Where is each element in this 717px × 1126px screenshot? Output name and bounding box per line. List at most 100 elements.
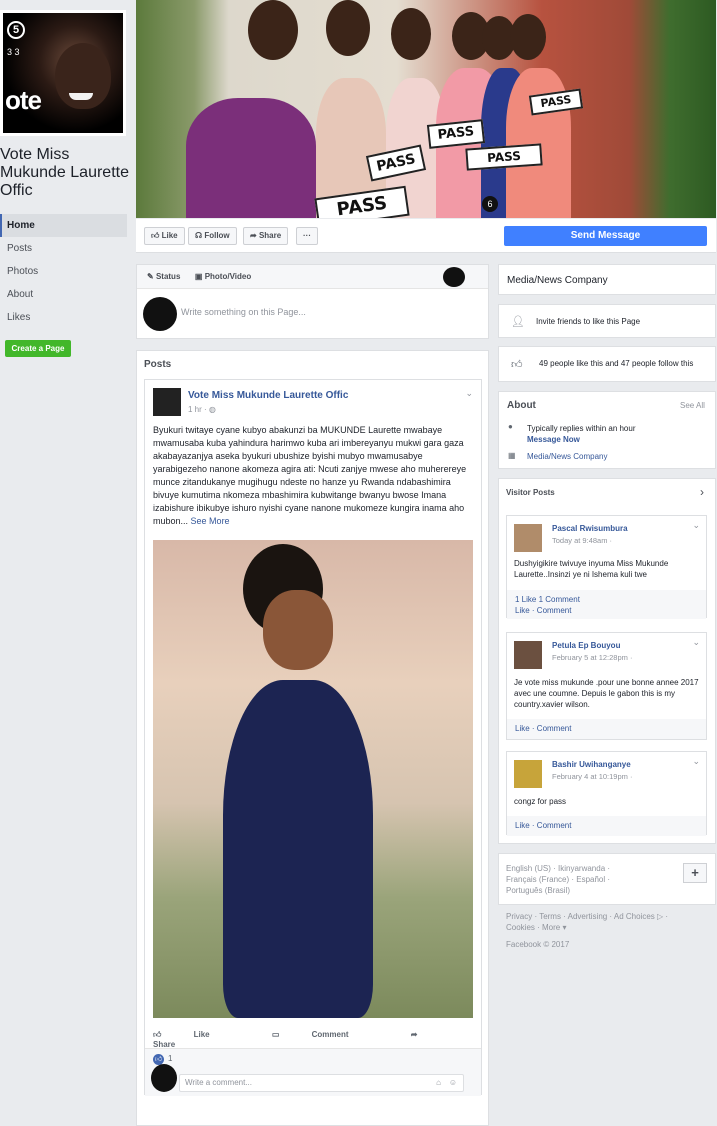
post-comment-button[interactable]: ▭ Comment [272,1030,379,1039]
invite-card: 👤︎ Invite friends to like this Page [498,304,716,338]
add-language-button[interactable]: + [683,863,707,883]
footer-links-line[interactable]: Cookies · More ▾ [506,922,711,933]
about-card: About See All ● Typically replies within… [498,391,716,469]
comment-input[interactable]: Write a comment... ⌂ ☺ [179,1074,464,1092]
share-page-button[interactable]: ➦ Share [243,227,289,245]
composer-input[interactable]: Write something on this Page... [181,307,306,317]
profile-smile [69,93,93,100]
cover-photo[interactable]: PASS PASS PASS PASS PASS 6 [136,0,716,218]
visitor-name[interactable]: Bashir Uwihanganye [552,760,631,769]
posts-section: Posts Vote Miss Mukunde Laurette Offic 1… [136,350,489,1126]
post-composer: ✎ Status ▣ Photo/Video Write something o… [136,264,489,339]
rss-icon: ☊ [195,231,205,240]
about-heading: About [507,400,536,411]
status-tab[interactable]: ✎ Status [147,265,180,289]
post-photo[interactable] [153,540,473,1018]
create-page-button[interactable]: Create a Page [5,340,71,357]
visitor-post-stats[interactable]: 1 Like 1 Comment [515,594,698,605]
posts-heading: Posts [144,359,172,370]
footer-links-line[interactable]: Privacy · Terms · Advertising · Ad Choic… [506,911,711,922]
post-actions: 👍︎ Like ▭ Comment ➦ Share [153,1030,475,1049]
comment-composer: Write a comment... ⌂ ☺ [145,1064,481,1096]
language-line[interactable]: Português (Brasil) [506,885,610,896]
visitor-post-date[interactable]: February 4 at 10:19pm · [552,772,632,781]
share-label: Share [258,231,282,240]
redacted-avatar [151,1064,177,1092]
post-time-text: 1 hr · [188,405,207,414]
cover-figure [186,98,316,218]
send-message-button[interactable]: Send Message [504,226,707,246]
emoji-icon[interactable]: ☺ [449,1075,457,1091]
visitor-post: Petula Ep Bouyou February 5 at 12:28pm ·… [506,632,707,740]
nav-item-photos[interactable]: Photos [0,260,127,283]
language-card: English (US) · Ikinyarwanda · Français (… [498,853,716,905]
visitor-post: Pascal Rwisumbura Today at 9:48am · ⌄ Du… [506,515,707,619]
language-line[interactable]: Français (France) · Español · [506,874,610,885]
visitor-avatar[interactable] [514,760,542,788]
post-author[interactable]: Vote Miss Mukunde Laurette Offic [188,390,348,401]
page-category[interactable]: Media/News Company [507,275,608,286]
cover-figure-head [510,14,546,60]
profile-badge-secondary: 3 3 [7,47,20,57]
see-all-link[interactable]: See All [680,401,705,410]
likes-card: 👍︎ 49 people like this and 47 people fol… [498,346,716,382]
post-comment-label: Comment [311,1030,349,1039]
visitor-post-footer: 1 Like 1 Comment Like · Comment [507,590,706,619]
thumbs-up-icon: 👍︎ [151,231,162,240]
status-label: Status [155,272,181,281]
likes-follows-count[interactable]: 49 people like this and 47 people follow… [539,359,693,368]
nav-item-likes[interactable]: Likes [0,306,127,329]
message-now-link[interactable]: Message Now [527,435,580,444]
pencil-icon: ✎ [147,272,156,281]
left-nav: Home Posts Photos About Likes [0,214,127,329]
comment-icon: ▭ [271,1030,282,1039]
like-page-button[interactable]: 👍︎ Like [144,227,185,245]
post-text: Byukuri twitaye cyane kubyo abakunzi ba … [153,425,467,526]
post-time[interactable]: 1 hr · ◍ [188,405,216,414]
camera-icon[interactable]: ⌂ [436,1075,441,1091]
thumbs-up-icon: 👍︎ [511,359,523,371]
nav-item-posts[interactable]: Posts [0,237,127,260]
profile-vote-text: ote [5,85,42,115]
post-author-avatar[interactable] [153,388,181,416]
follow-page-button[interactable]: ☊ Follow [188,227,237,245]
number-badge: 6 [482,196,498,212]
nav-item-about[interactable]: About [0,283,127,306]
visitor-post-actions[interactable]: Like · Comment [507,816,706,836]
visitor-post-date[interactable]: Today at 9:48am · [552,536,612,545]
chevron-right-icon[interactable]: › [700,485,704,499]
chevron-down-icon[interactable]: ⌄ [692,637,700,648]
chevron-down-icon[interactable]: ⌄ [692,756,700,767]
like-label: Like [161,231,178,240]
see-more-link[interactable]: See More [191,516,230,526]
reactions-row: 👍︎ 1 [145,1048,481,1070]
visitor-post-actions[interactable]: Like · Comment [507,719,706,739]
post-like-button[interactable]: 👍︎ Like [153,1030,240,1039]
more-options-button[interactable]: ··· [296,227,318,245]
visitor-name[interactable]: Petula Ep Bouyou [552,641,620,650]
language-line[interactable]: English (US) · Ikinyarwanda · [506,863,610,874]
photo-dress [223,680,373,1018]
nav-item-home[interactable]: Home [0,214,127,237]
photo-face [263,590,333,670]
share-arrow-icon: ➦ [410,1030,418,1039]
visitor-post-actions[interactable]: Like · Comment [515,605,698,616]
footer-links: Privacy · Terms · Advertising · Ad Choic… [506,911,711,950]
like-count[interactable]: 1 [168,1054,172,1063]
photo-video-tab[interactable]: ▣ Photo/Video [195,265,251,289]
invite-icon: 👤︎ [511,316,525,328]
visitor-posts-heading[interactable]: Visitor Posts [506,488,555,497]
profile-badge: 5 [7,21,25,39]
chevron-down-icon[interactable]: ⌄ [465,388,473,399]
visitor-post-date[interactable]: February 5 at 12:28pm · [552,653,632,662]
visitor-avatar[interactable] [514,524,542,552]
visitor-avatar[interactable] [514,641,542,669]
profile-picture[interactable]: 5 3 3 ote [0,10,126,136]
page-title[interactable]: Vote Miss Mukunde Laurette Offic [0,146,130,200]
about-category[interactable]: Media/News Company [527,452,607,461]
visitor-name[interactable]: Pascal Rwisumbura [552,524,628,533]
invite-friends-link[interactable]: Invite friends to like this Page [536,317,640,326]
language-list: English (US) · Ikinyarwanda · Français (… [506,863,610,896]
chevron-down-icon[interactable]: ⌄ [692,520,700,531]
post-body: Byukuri twitaye cyane kubyo abakunzi ba … [153,424,475,528]
